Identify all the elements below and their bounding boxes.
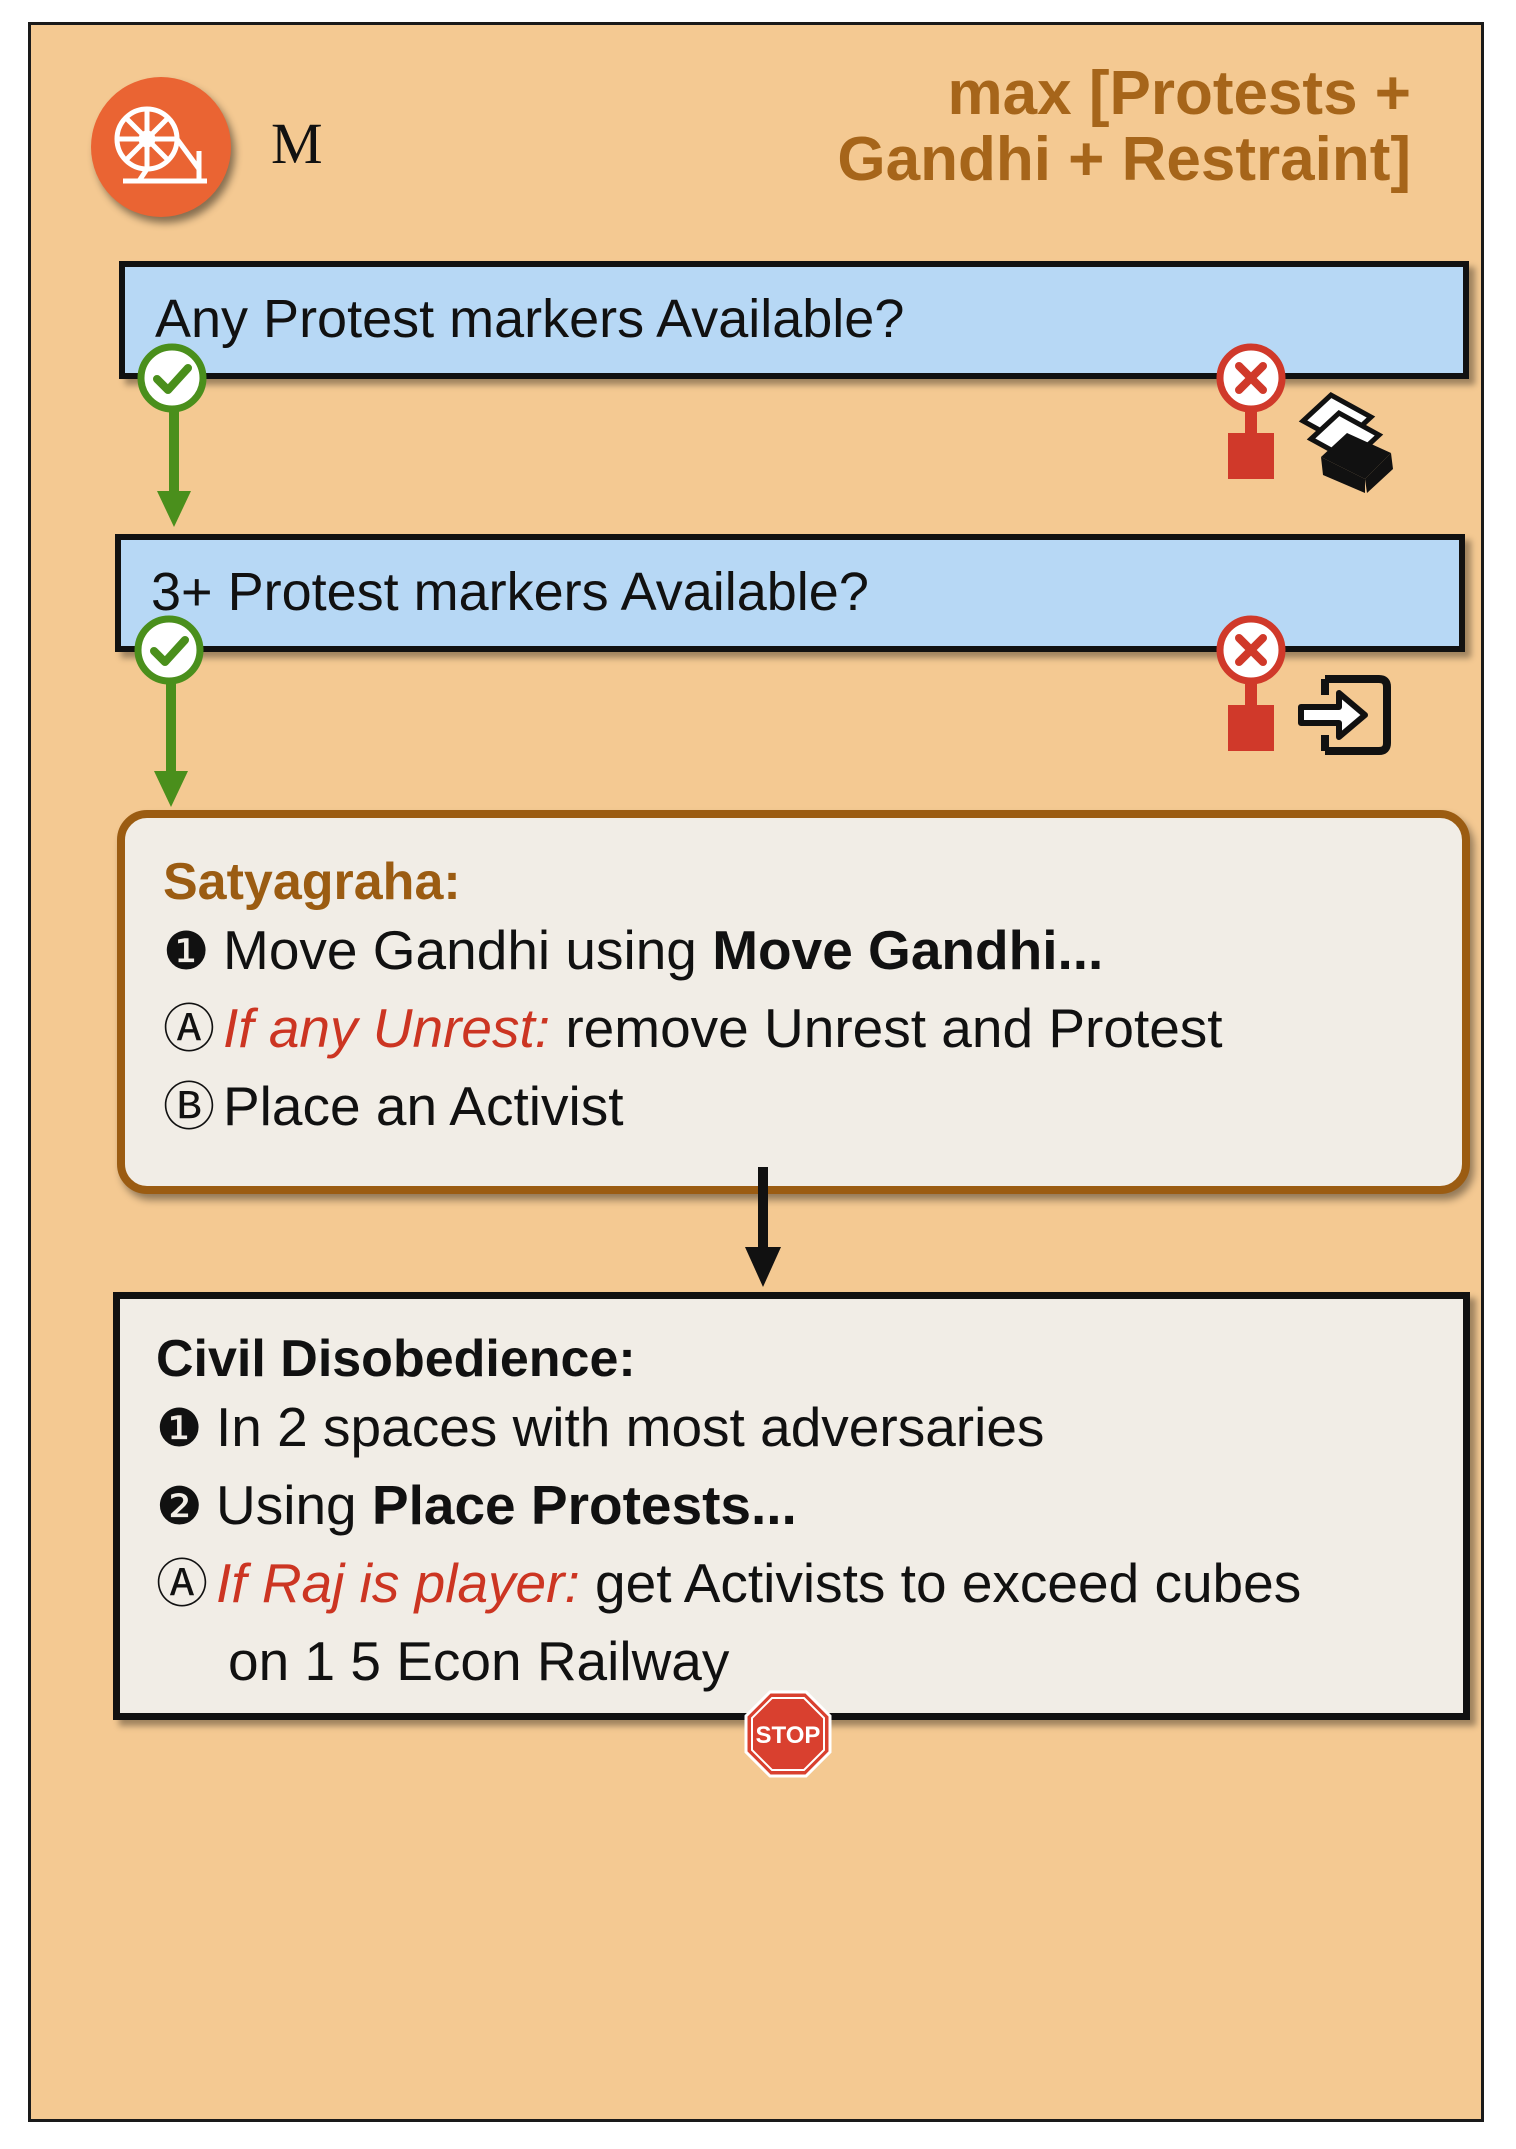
yes-check-icon [134, 615, 204, 685]
spinning-wheel-icon [114, 106, 207, 184]
step-letter-b: Ⓑ [163, 1079, 216, 1137]
priority-line-2: Gandhi + Restraint] [837, 125, 1411, 194]
step-number-1: ❶ [156, 1400, 203, 1458]
condition-text: If Raj is player: [216, 1552, 580, 1614]
step-text: In 2 spaces with most adversaries [216, 1396, 1045, 1458]
faction-badge [91, 77, 231, 217]
satyagraha-heading: Satyagraha: [163, 853, 461, 911]
civil-step-a-continued: on 1 5 Econ Railway [228, 1630, 730, 1692]
step-text: Using [216, 1474, 372, 1536]
yes-arrow-1 [157, 411, 191, 527]
civil-disobedience-heading: Civil Disobedience: [156, 1330, 636, 1388]
civil-step-2: ❷ Using Place Protests... [156, 1467, 1463, 1545]
civil-step-1: ❶ In 2 spaces with most adversaries [156, 1389, 1463, 1467]
exit-icon [1298, 675, 1391, 755]
step-link-place-protests: Place Protests... [371, 1474, 797, 1536]
step-text: Place an Activist [223, 1075, 624, 1137]
step-text: get Activists to exceed cubes [579, 1552, 1302, 1614]
stop-label: STOP [756, 1722, 821, 1749]
civil-disobedience-box: Civil Disobedience: ❶ In 2 spaces with mo… [113, 1292, 1470, 1720]
card-letter: M [271, 111, 323, 176]
satyagraha-step-a: Ⓐ If any Unrest: remove Unrest and Protes… [163, 990, 1462, 1068]
step-letter-a: Ⓐ [163, 1001, 216, 1059]
satyagraha-step-b: Ⓑ Place an Activist [163, 1068, 1462, 1146]
step-number-1: ❶ [163, 923, 210, 981]
satyagraha-box: Satyagraha: ❶ Move Gandhi using Move Gand… [117, 810, 1470, 1194]
step-text: remove Unrest and Protest [550, 997, 1223, 1059]
step-number-2: ❷ [156, 1478, 203, 1536]
condition-text: If any Unrest: [223, 997, 551, 1059]
civil-step-a: Ⓐ If Raj is player: get Activists to exce… [156, 1545, 1463, 1623]
bot-flowchart-card: M max [Protests + Gandhi + Restraint] An… [28, 22, 1484, 2122]
yes-arrow-2 [154, 683, 188, 807]
step-link-move-gandhi: Move Gandhi... [712, 919, 1104, 981]
priority-heading: max [Protests + Gandhi + Restraint] [837, 61, 1411, 193]
next-arrow [745, 1167, 781, 1287]
stop-sign-icon: STOP [744, 1690, 832, 1778]
step-letter-a: Ⓐ [156, 1556, 209, 1614]
priority-line-1: max [Protests + [947, 59, 1412, 128]
no-cross-icon [1216, 615, 1286, 751]
satyagraha-step-1: ❶ Move Gandhi using Move Gandhi... [163, 912, 1462, 990]
step-text: Move Gandhi using [223, 919, 713, 981]
cards-stack-icon [1298, 391, 1393, 493]
yes-check-icon [137, 343, 207, 413]
no-cross-icon [1216, 343, 1286, 479]
